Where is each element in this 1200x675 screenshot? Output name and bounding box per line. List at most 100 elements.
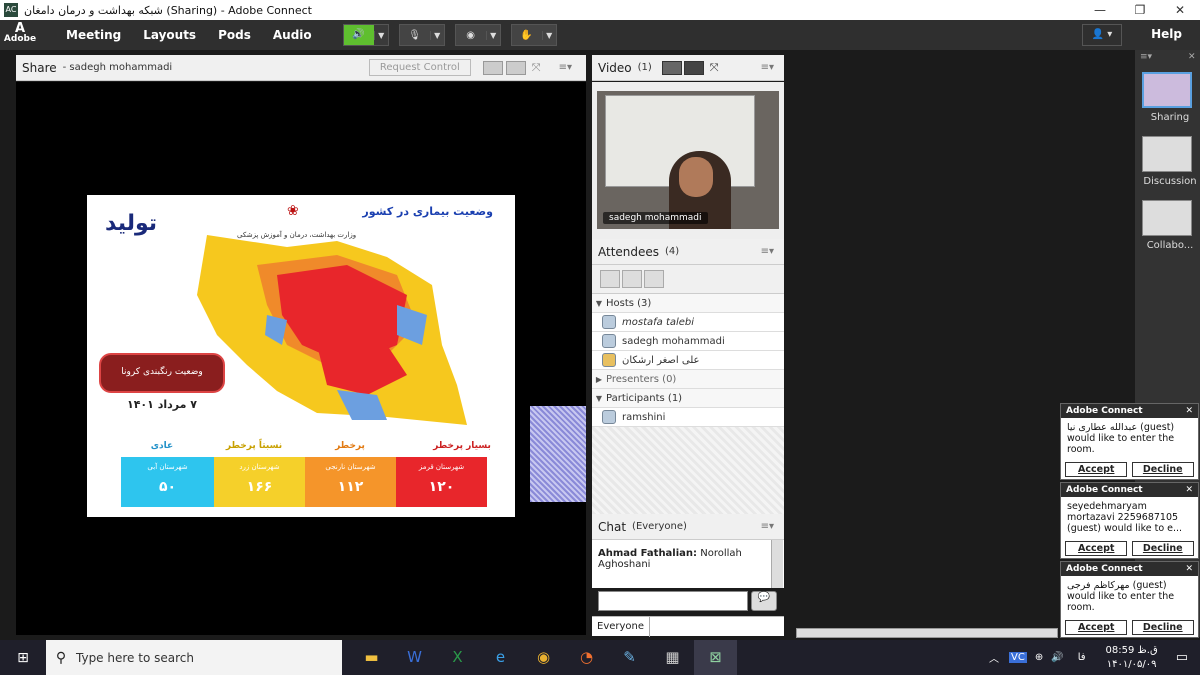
help-menu[interactable]: Help [1151,27,1182,41]
status-view-icon[interactable] [644,270,664,288]
hosts-group[interactable]: ▼ Hosts (3) [592,294,784,313]
menu-meeting[interactable]: Meeting [66,28,121,42]
decline-button[interactable]: Decline [1131,462,1194,477]
layout-toggle-icon[interactable] [505,60,526,75]
minimize-button[interactable]: — [1080,0,1120,20]
entry-request-notice: Adobe Connect ✕ عبدالله عطاری نیا (guest)… [1060,403,1199,480]
layout-discussion-thumb[interactable] [1142,136,1192,172]
webcam-icon[interactable]: ◉ [456,30,486,41]
attendees-pod-header: Attendees (4) ≡▾ [592,239,784,265]
pod-options-icon[interactable]: ≡▾ [761,62,774,73]
window-title: شبکه بهداشت و درمان دامغان (Sharing) - A… [24,3,312,17]
chevron-down-icon[interactable]: ▼ [541,30,556,40]
presenters-group[interactable]: ▶ Presenters (0) [592,370,784,389]
paint-icon[interactable]: ✎ [608,640,651,675]
layouts-bar-options-icon[interactable]: ≡▾ [1140,52,1152,62]
edge-icon[interactable]: e [479,640,522,675]
layout-toggle-icon[interactable] [482,60,503,75]
excel-icon[interactable]: X [436,640,479,675]
language-indicator[interactable]: فا [1078,652,1086,663]
layouts-bar-close-icon[interactable]: ✕ [1188,52,1196,62]
participants-group[interactable]: ▼ Participants (1) [592,389,784,408]
attendee-row[interactable]: sadegh mohammadi [592,332,784,351]
caret-right-icon[interactable]: ▶ [592,375,606,384]
volume-icon[interactable]: 🔊 [1051,652,1063,663]
fullscreen-icon[interactable]: ⤧ [532,61,541,75]
chat-recipient-selector[interactable]: Everyone [592,616,651,637]
chevron-down-icon[interactable]: ▼ [429,30,444,40]
chevron-down-icon[interactable]: ▼ [485,30,500,40]
system-clock[interactable]: 08:59 ق.ظ ۱۴۰۱/۰۵/۰۹ [1106,644,1158,672]
hand-icon[interactable]: ✋ [512,30,542,41]
tray-chevron-icon[interactable]: ︿ [989,650,999,665]
host-avatar-icon [602,315,616,329]
calculator-icon[interactable]: ▦ [651,640,694,675]
fullscreen-icon[interactable]: ⤧ [710,61,719,75]
attendee-name: mostafa talebi [622,316,695,328]
decline-button[interactable]: Decline [1131,620,1194,635]
share-presenter: - sadegh mohammadi [62,62,173,73]
layout-sharing-label[interactable]: Sharing [1140,112,1200,123]
attendee-row[interactable]: علی اصغر ارشکان [592,351,784,370]
decline-button[interactable]: Decline [1131,541,1194,556]
accept-button[interactable]: Accept [1065,620,1128,635]
webcam-control[interactable]: ◉ ▼ [454,24,501,46]
raise-hand-control[interactable]: ✋ ▼ [510,24,557,46]
notice-header: Adobe Connect ✕ [1061,404,1198,418]
close-icon[interactable]: ✕ [1185,485,1193,495]
microphone-control[interactable]: 🎙 ▼ [398,24,445,46]
layout-sharing-thumb[interactable] [1142,72,1192,108]
taskbar-search[interactable]: ⚲ Type here to search [46,640,342,675]
chat-pod-header: Chat (Everyone) ≡▾ [592,514,784,540]
caret-down-icon[interactable]: ▼ [592,394,606,403]
file-explorer-icon[interactable]: ▬ [350,640,393,675]
maximize-button[interactable]: ❐ [1120,0,1160,20]
attendee-name: sadegh mohammadi [622,335,725,347]
accept-button[interactable]: Accept [1065,541,1128,556]
pod-options-icon[interactable]: ≡▾ [761,246,774,257]
microphone-icon[interactable]: 🎙 [400,30,430,41]
chat-input[interactable] [598,591,748,611]
attendees-count: (4) [665,246,680,257]
adobe-connect-taskbar-icon[interactable]: ⊠ [694,640,737,675]
attendee-row[interactable]: ramshini [592,408,784,427]
notification-center-icon[interactable]: ▭ [1176,650,1188,665]
menu-layouts[interactable]: Layouts [143,28,196,42]
filmstrip-view-icon[interactable] [683,60,704,75]
speaker-control[interactable]: 🔊 ▼ [342,24,389,46]
close-button[interactable]: ✕ [1160,0,1200,20]
list-view-icon[interactable] [600,270,620,288]
caret-down-icon[interactable]: ▼ [592,299,606,308]
grid-view-icon[interactable] [661,60,682,75]
accept-button[interactable]: Accept [1065,462,1128,477]
tray-app-icon[interactable]: VC [1009,652,1027,663]
network-icon[interactable]: ⊕ [1035,652,1043,663]
share-pod-header: Share - sadegh mohammadi Request Control… [16,55,586,81]
screen-share-placeholder [530,406,586,502]
layout-collaboration-label[interactable]: Collabo... [1140,240,1200,251]
firefox-icon[interactable]: ◔ [565,640,608,675]
windows-start-icon[interactable]: ⊞ [0,650,46,666]
legend-blue-sub: شهرستان آبی [147,463,188,471]
layout-discussion-label[interactable]: Discussion [1140,176,1200,187]
banner-text: وضعیت رنگبندی کرونا [121,367,203,377]
menu-pods[interactable]: Pods [218,28,251,42]
request-control-button[interactable]: Request Control [368,59,471,76]
word-icon[interactable]: W [393,640,436,675]
close-icon[interactable]: ✕ [1185,564,1193,574]
pod-options-icon[interactable]: ≡▾ [761,521,774,532]
pod-options-icon[interactable]: ≡▾ [559,62,572,73]
speaker-icon[interactable]: 🔊 [343,25,374,45]
chat-send-button[interactable]: 💬 [751,591,777,611]
chat-scrollbar[interactable] [771,540,783,588]
chrome-icon[interactable]: ◉ [522,640,565,675]
attendee-row[interactable]: mostafa talebi [592,313,784,332]
menu-audio[interactable]: Audio [273,28,312,42]
layout-collaboration-thumb[interactable] [1142,200,1192,236]
close-icon[interactable]: ✕ [1185,406,1193,416]
legend-yellow-sub: شهرستان زرد [239,463,280,471]
chevron-down-icon[interactable]: ▼ [373,30,388,40]
user-menu-button[interactable]: 👤 ▾ [1082,24,1122,46]
breakout-view-icon[interactable] [622,270,642,288]
horizontal-scrollbar[interactable] [796,628,1058,638]
